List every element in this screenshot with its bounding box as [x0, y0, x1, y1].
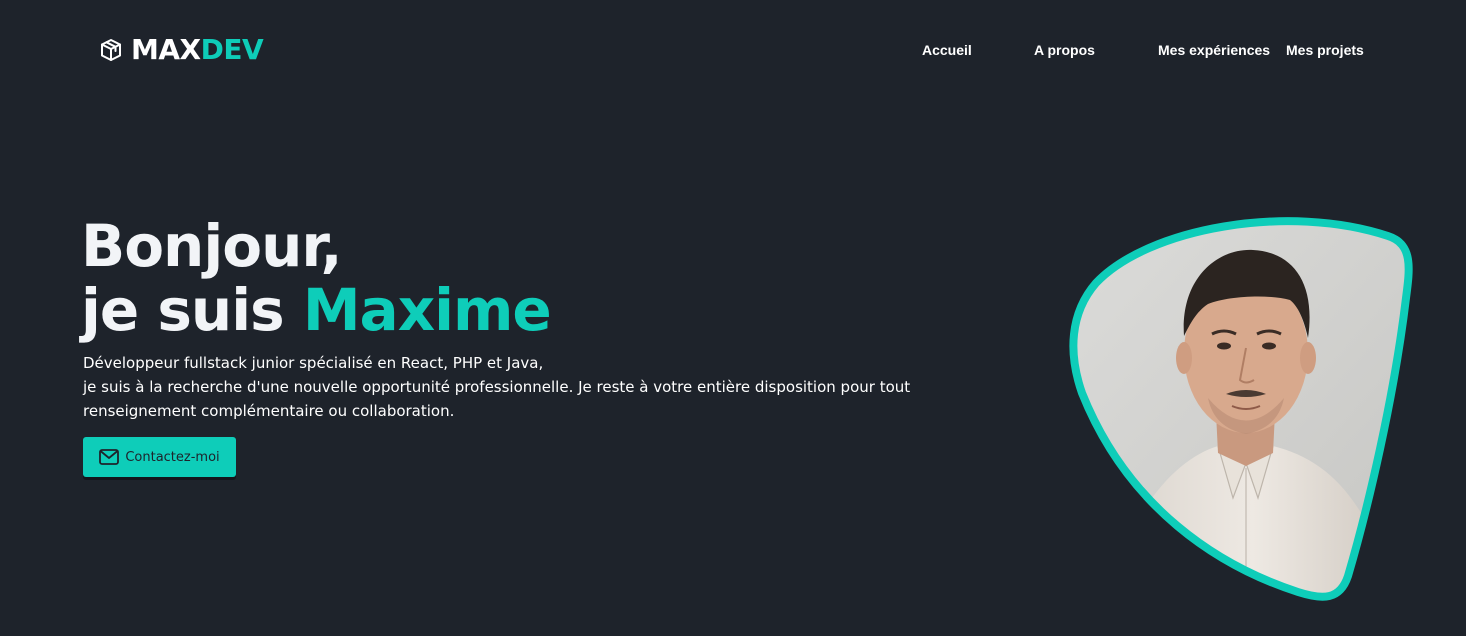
- main-nav: Accueil A propos Mes expériences Mes pro…: [0, 41, 1466, 61]
- hero-description-line1: Développeur fullstack junior spécialisé …: [83, 354, 544, 372]
- page: MAXDEV Accueil A propos Mes expériences …: [0, 0, 1466, 636]
- hero-intro-line: je suis Maxime: [81, 276, 552, 344]
- hero-greeting: Bonjour,: [81, 212, 342, 280]
- hero-name: Maxime: [302, 276, 552, 344]
- contact-button[interactable]: Contactez-moi: [83, 437, 236, 477]
- profile-photo: [1068, 208, 1418, 603]
- nav-item-experiences[interactable]: Mes expériences: [1158, 41, 1270, 59]
- hero-description: Développeur fullstack junior spécialisé …: [83, 351, 983, 423]
- nav-item-a-propos[interactable]: A propos: [1034, 41, 1095, 59]
- contact-button-label: Contactez-moi: [125, 449, 220, 465]
- hero-intro-prefix: je suis: [81, 276, 285, 344]
- hero-title: Bonjour, je suis Maxime: [81, 212, 552, 344]
- mail-icon: [99, 449, 120, 465]
- nav-item-projets[interactable]: Mes projets: [1286, 41, 1364, 59]
- nav-item-accueil[interactable]: Accueil: [922, 41, 972, 59]
- hero-description-line2: je suis à la recherche d'une nouvelle op…: [83, 378, 911, 420]
